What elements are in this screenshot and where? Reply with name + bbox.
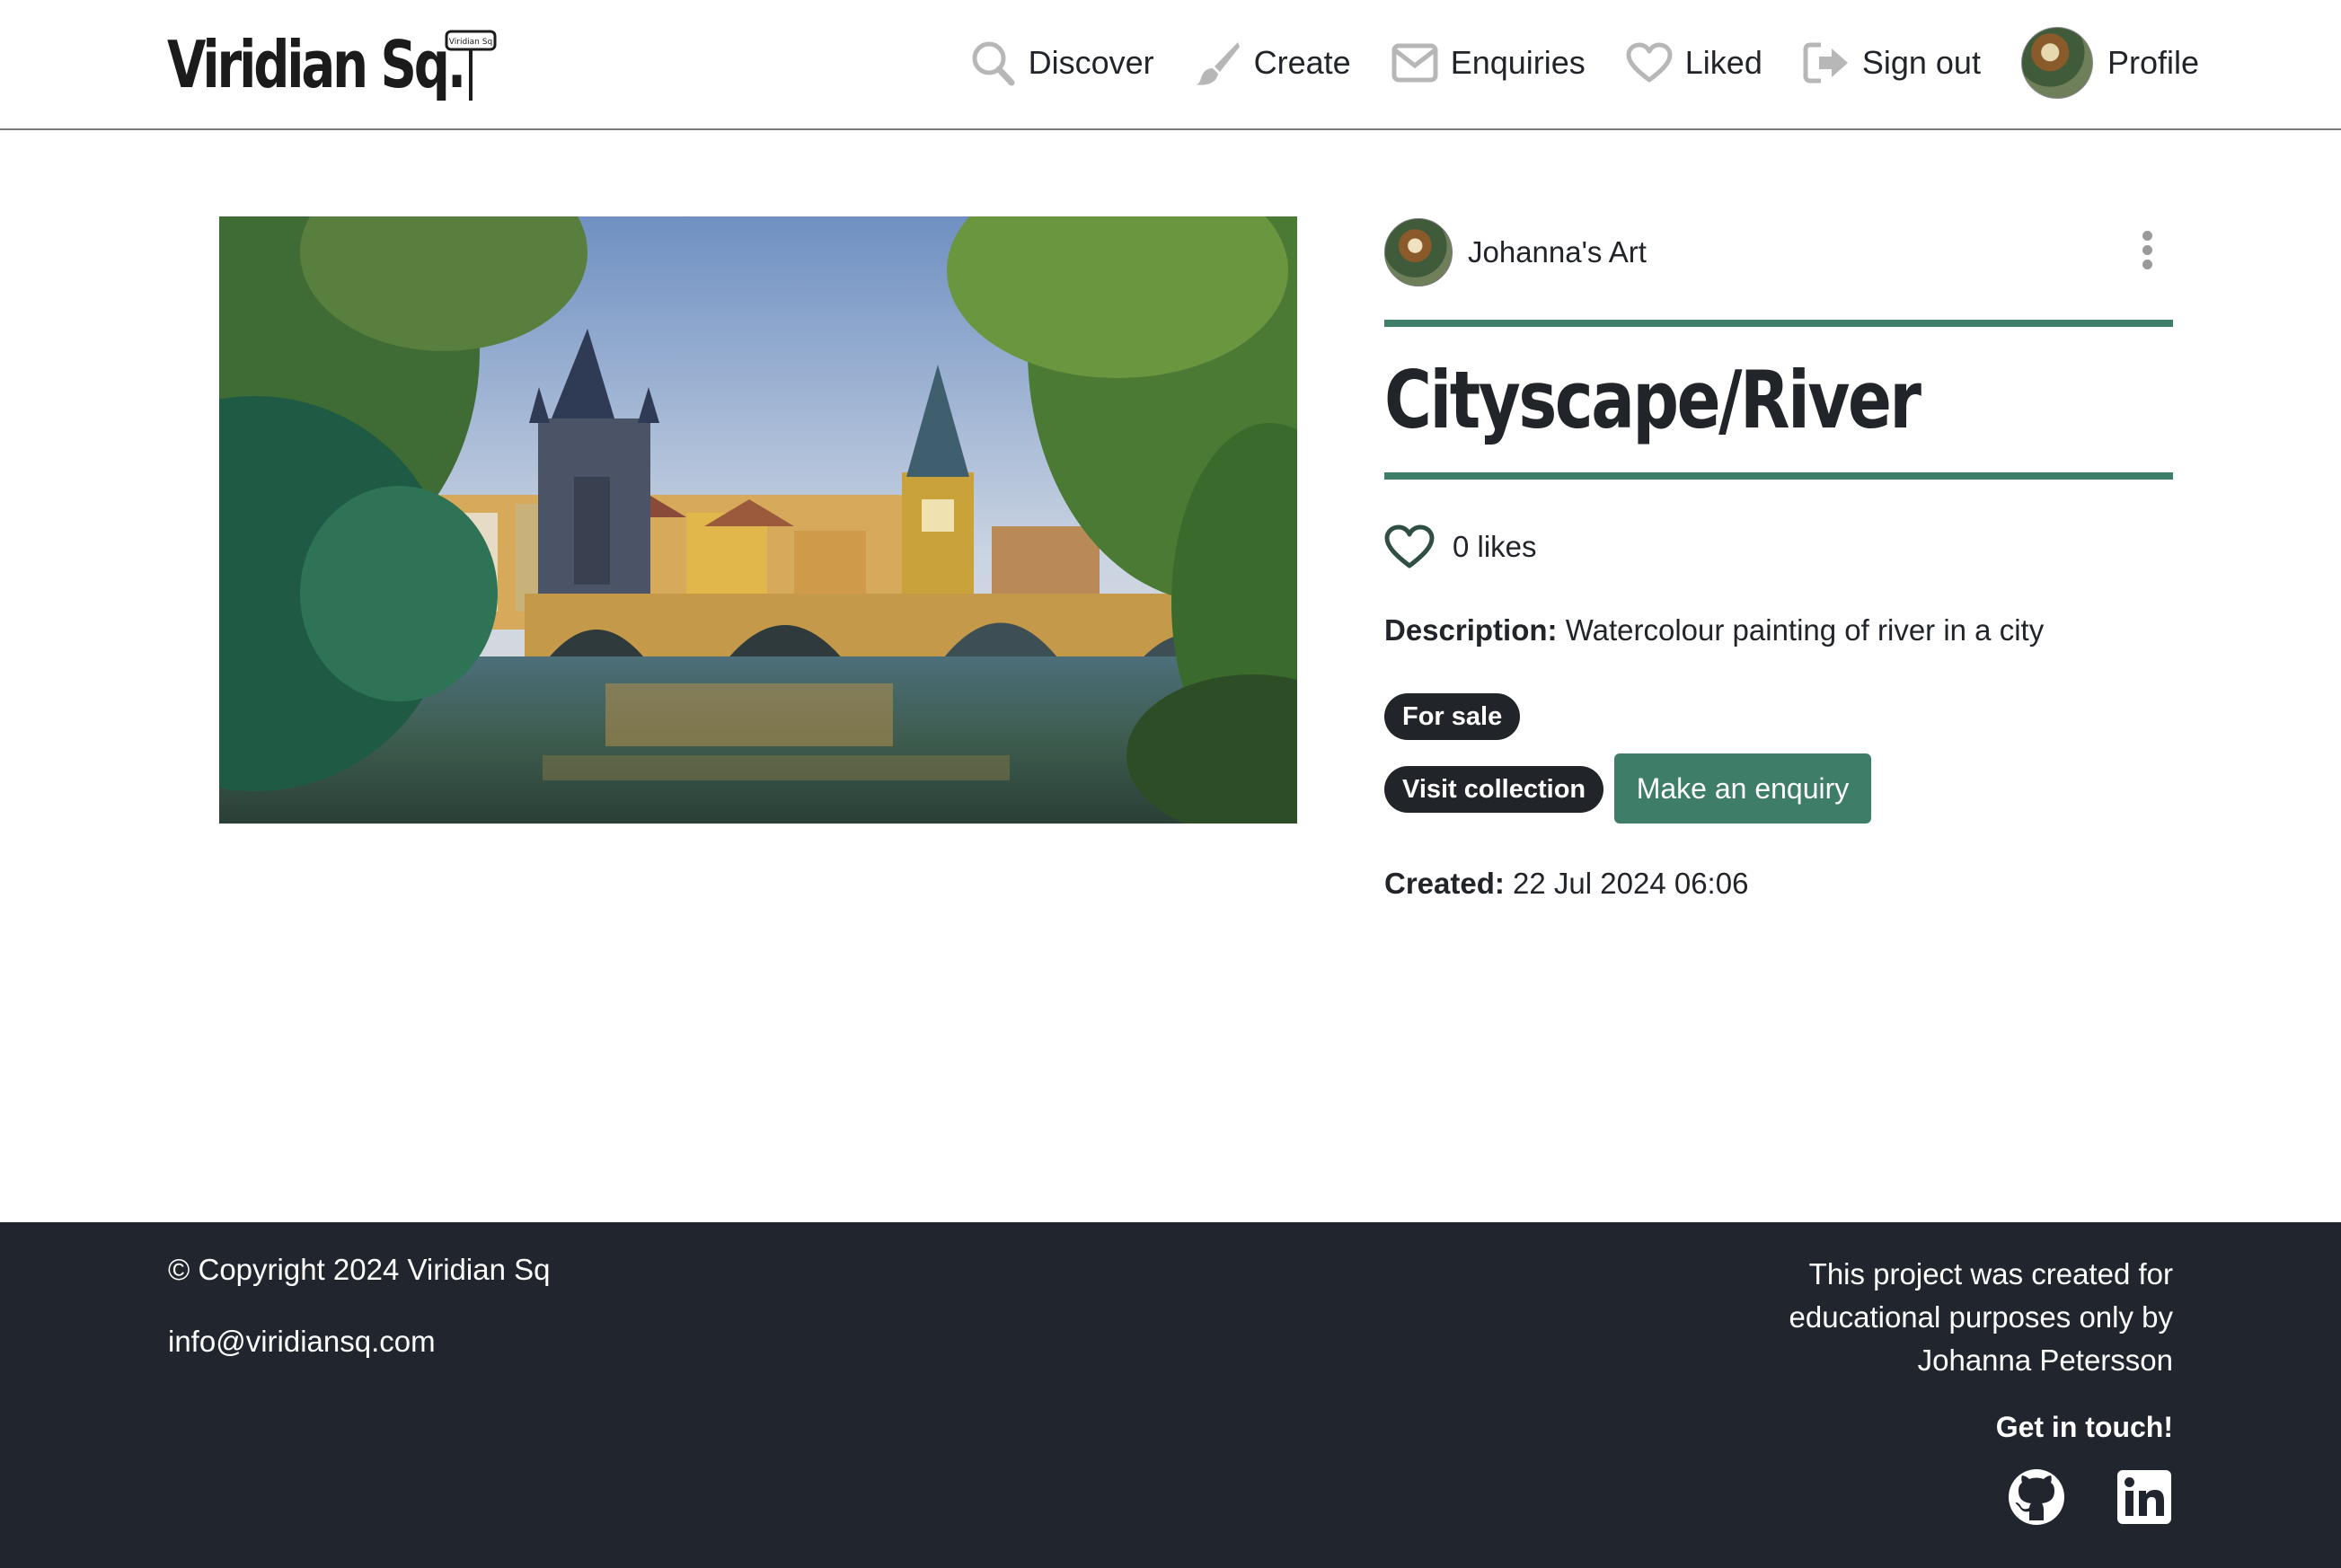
nav-sign-out[interactable]: Sign out <box>1803 25 1981 101</box>
nav-liked-label: Liked <box>1684 44 1762 81</box>
visit-collection-link[interactable]: Visit collection <box>1384 766 1604 813</box>
likes-count: 0 likes <box>1453 530 1537 563</box>
search-icon <box>969 40 1016 86</box>
title-divider-bottom <box>1384 472 2173 480</box>
created-label: Created: <box>1384 867 1505 900</box>
main-nav: Discover Create Enquiries Liked Sign out <box>969 25 2199 101</box>
description: Description: Watercolour painting of riv… <box>1384 613 2044 647</box>
brand-logo[interactable]: Viridian Sq. Viridian Sq <box>167 20 547 110</box>
avatar <box>2020 27 2093 99</box>
artist-row: Johanna's Art <box>1384 216 2173 288</box>
credit-line: educational purposes only by <box>1789 1300 2173 1334</box>
description-label: Description: <box>1384 613 1558 647</box>
nav-liked[interactable]: Liked <box>1626 25 1762 101</box>
contact-email[interactable]: info@viridiansq.com <box>168 1325 436 1359</box>
heart-icon <box>1626 40 1673 86</box>
artwork-image <box>219 216 1297 824</box>
credit-line: This project was created for <box>1808 1257 2173 1291</box>
make-enquiry-button[interactable]: Make an enquiry <box>1614 753 1871 824</box>
description-text: Watercolour painting of river in a city <box>1565 613 2045 647</box>
copyright: © Copyright 2024 Viridian Sq <box>168 1253 551 1286</box>
likes-row: 0 likes <box>1384 522 1537 572</box>
artist-name[interactable]: Johanna's Art <box>1468 235 1647 269</box>
footer: © Copyright 2024 Viridian Sq info@viridi… <box>0 1222 2341 1568</box>
title-divider-top <box>1384 320 2173 327</box>
artwork-title: Cityscape/River <box>1384 354 1921 446</box>
created-date: Created: 22 Jul 2024 06:06 <box>1384 867 1748 901</box>
artist-avatar[interactable] <box>1384 218 1453 286</box>
signpost-icon: Viridian Sq <box>445 30 497 101</box>
like-heart-icon[interactable] <box>1384 524 1435 569</box>
created-value: 22 Jul 2024 06:06 <box>1513 867 1749 900</box>
nav-enquiries[interactable]: Enquiries <box>1391 25 1586 101</box>
linkedin-icon[interactable] <box>2116 1468 2173 1526</box>
navbar: Viridian Sq. Viridian Sq Discover Create… <box>0 0 2341 130</box>
status-badge: For sale <box>1384 693 1521 740</box>
nav-enquiries-label: Enquiries <box>1450 44 1586 81</box>
nav-discover[interactable]: Discover <box>969 25 1154 101</box>
svg-text:Viridian Sq: Viridian Sq <box>449 38 492 47</box>
brand-name: Viridian Sq. <box>167 27 466 102</box>
credit-line: Johanna Petersson <box>1917 1343 2173 1377</box>
more-options-icon[interactable] <box>2141 231 2153 272</box>
nav-create-label: Create <box>1253 44 1351 81</box>
nav-discover-label: Discover <box>1028 44 1154 81</box>
paintbrush-icon <box>1195 40 1241 86</box>
envelope-icon <box>1391 40 1438 86</box>
project-credit: This project was created for educational… <box>1724 1253 2173 1382</box>
github-icon[interactable] <box>2008 1468 2065 1526</box>
nav-profile[interactable]: Profile <box>2020 25 2199 101</box>
nav-sign-out-label: Sign out <box>1861 44 1981 81</box>
social-links <box>2008 1468 2173 1526</box>
nav-create[interactable]: Create <box>1195 25 1351 101</box>
get-in-touch-heading: Get in touch! <box>1995 1411 2173 1443</box>
nav-profile-label: Profile <box>2107 44 2199 81</box>
sign-out-icon <box>1803 40 1850 86</box>
artwork-details: Johanna's Art Cityscape/River 0 likes De… <box>1384 216 2173 900</box>
